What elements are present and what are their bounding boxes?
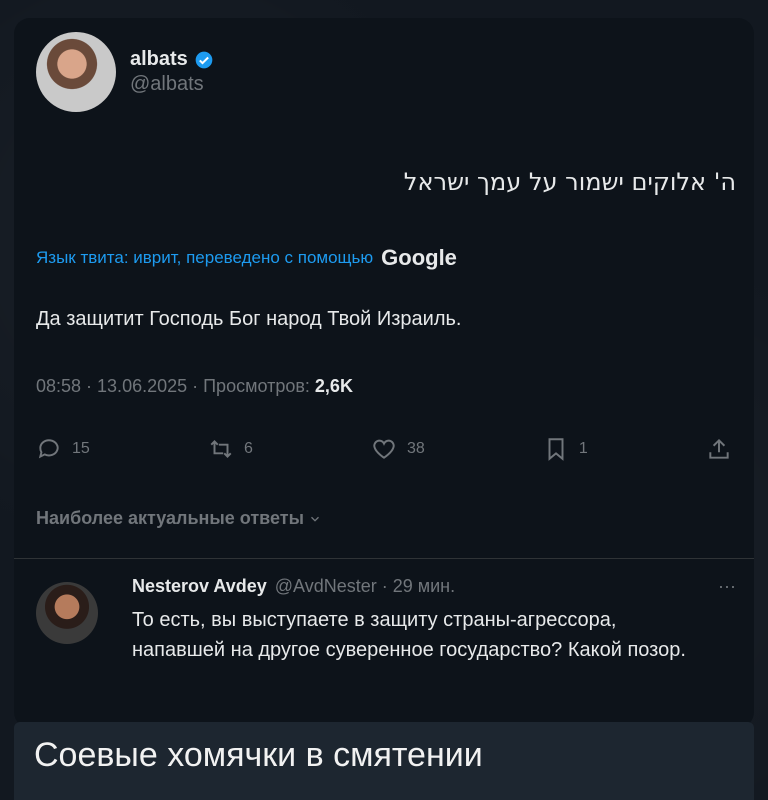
author-handle[interactable]: @albats — [130, 73, 214, 96]
like-button[interactable]: 38 — [371, 436, 425, 462]
reply-header: Nesterov Avdey @AvdNester · 29 мин. — [132, 576, 736, 597]
views-count: 2,6K — [314, 376, 353, 396]
google-logo: Google — [381, 245, 457, 270]
like-count: 38 — [406, 440, 425, 457]
bookmark-icon — [548, 438, 564, 461]
tweet-header: albats @albats — [36, 32, 214, 112]
reply-text: То есть, вы выступаете в защиту страны-а… — [132, 609, 686, 661]
chevron-down-icon — [310, 516, 319, 522]
author-avatar[interactable] — [36, 32, 116, 112]
bookmark-button[interactable]: 1 — [543, 436, 588, 462]
caption-text: Соевые хомячки в смятении — [34, 736, 483, 774]
reply-author-handle[interactable]: @AvdNester · 29 мин. — [275, 576, 455, 597]
divider — [14, 558, 754, 559]
reply-author-avatar[interactable] — [36, 582, 98, 644]
translation-notice[interactable]: Язык твита: иврит, переведено с помощью … — [36, 245, 457, 271]
reply-sort-label[interactable]: Наиболее актуальные ответы — [36, 508, 304, 529]
share-icon — [709, 438, 729, 459]
share-button[interactable] — [706, 436, 732, 462]
tweet-timestamp[interactable]: 08:58 · 13.06.2025 · Просмотров: — [36, 376, 310, 396]
translation-label[interactable]: Язык твита: иврит, переведено с помощью — [36, 248, 373, 268]
translated-text: Да защитит Господь Бог народ Твой Израил… — [36, 308, 462, 330]
bookmark-count: 1 — [578, 440, 588, 457]
tweet-meta: 08:58 · 13.06.2025 · Просмотров: 2,6K — [36, 376, 353, 397]
verified-badge-icon — [195, 51, 213, 68]
reply-author-name[interactable]: Nesterov Avdey — [132, 576, 267, 597]
more-options-icon[interactable]: ··· — [718, 576, 736, 597]
retweet-icon — [210, 440, 232, 458]
reply-sort-dropdown[interactable]: Наиболее актуальные ответы — [36, 508, 322, 529]
tweet-text: ה' אלוקים ישמור על עמך ישראל — [403, 168, 736, 196]
retweet-count: 6 — [243, 440, 253, 457]
reply-icon — [38, 439, 59, 459]
tweet-card: albats @albats ה' אלוקים ישמור על עמך יש… — [14, 18, 754, 728]
action-bar: 15 6 38 1 — [36, 436, 732, 462]
reply-count: 15 — [72, 440, 90, 457]
author-name-text[interactable]: albats — [130, 48, 188, 71]
heart-icon — [373, 439, 395, 459]
author-names: albats @albats — [130, 48, 214, 96]
reply-button[interactable]: 15 — [36, 436, 90, 462]
retweet-button[interactable]: 6 — [208, 436, 253, 462]
reply-body: Nesterov Avdey @AvdNester · 29 мин. ··· … — [132, 576, 736, 665]
caption-banner: Соевые хомячки в смятении — [14, 722, 754, 800]
author-display-name[interactable]: albats — [130, 48, 214, 71]
